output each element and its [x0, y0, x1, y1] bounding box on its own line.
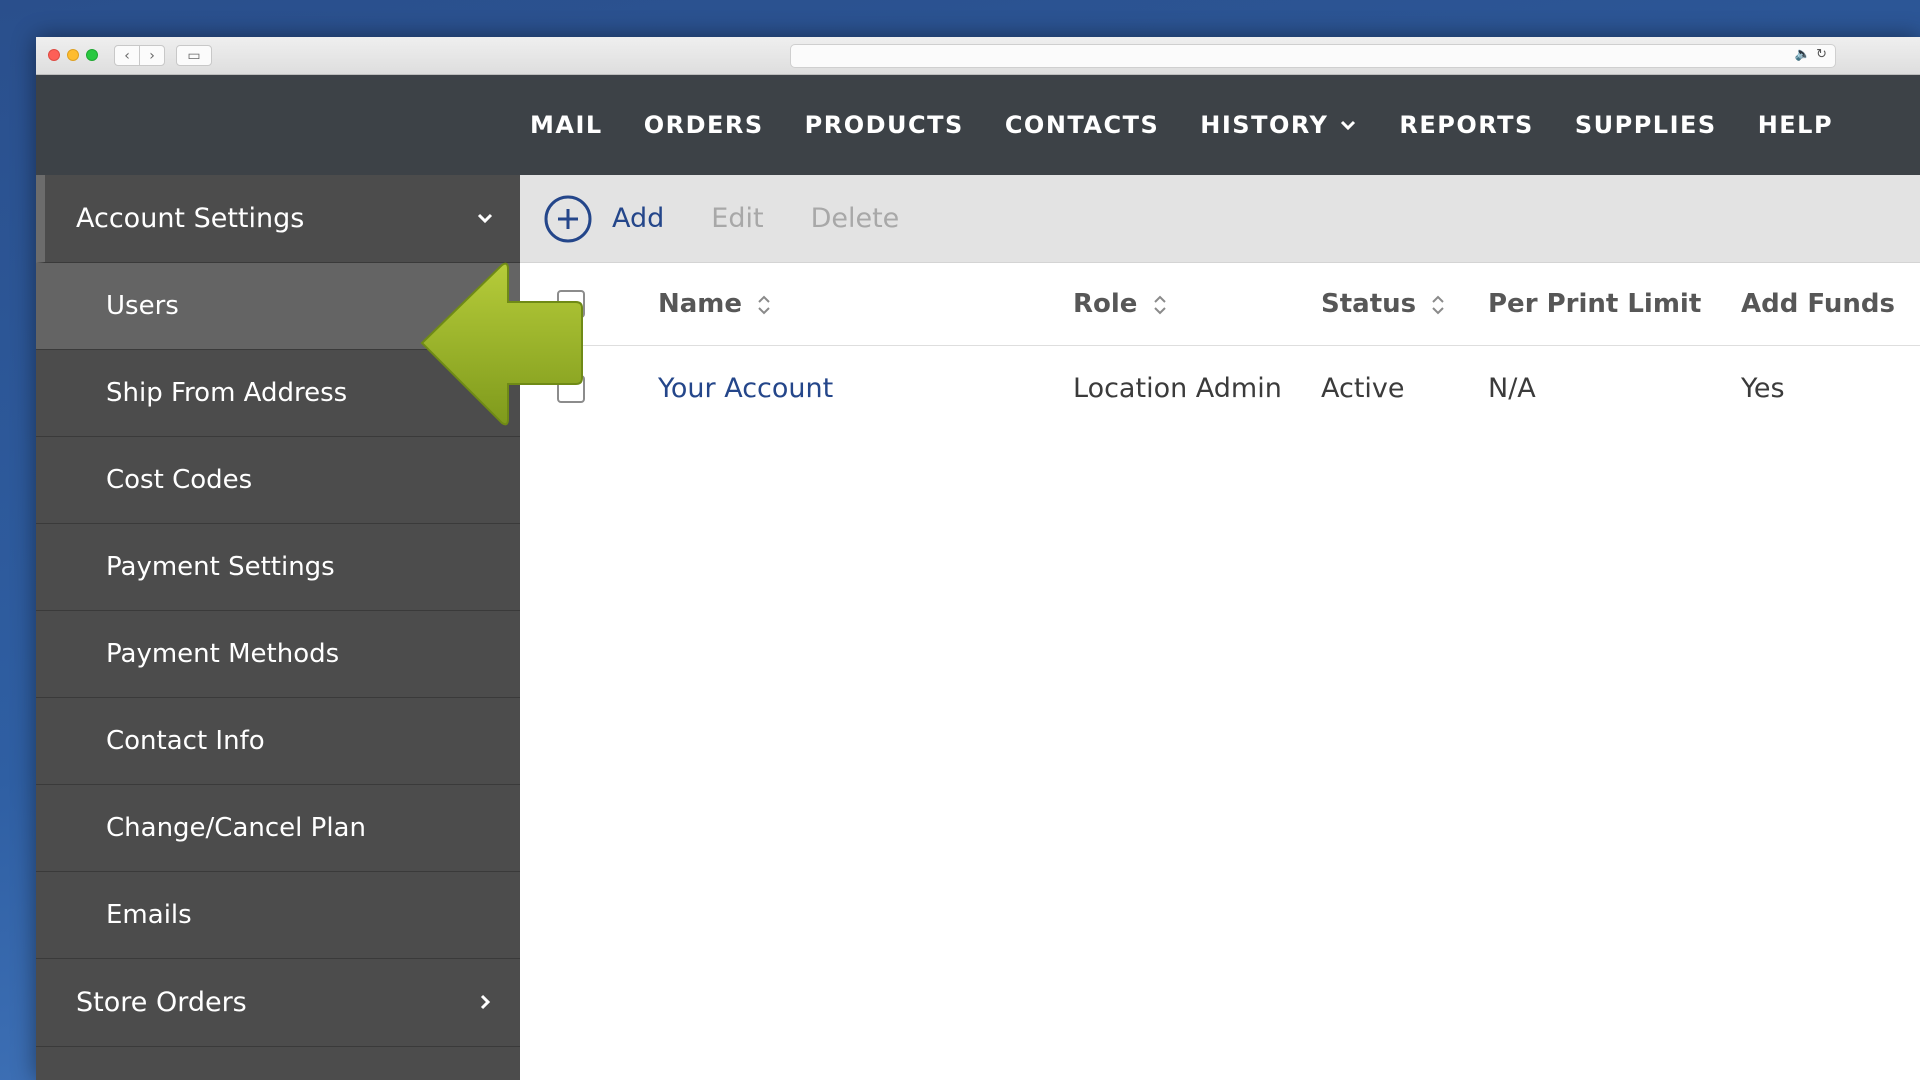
arrow-left-icon: [420, 262, 583, 426]
nav-products[interactable]: PRODUCTS: [805, 111, 964, 139]
sort-icon: [1432, 295, 1444, 314]
delete-button: Delete: [810, 203, 900, 234]
users-panel: Add Edit Delete Name Role Status Per Pri…: [520, 175, 1920, 1080]
chevron-down-icon: [477, 213, 493, 224]
nav-orders[interactable]: ORDERS: [644, 111, 764, 139]
column-role[interactable]: Role: [1073, 289, 1167, 319]
sidebar-section-label: Store Orders: [76, 987, 247, 1018]
sidebar-item-label: Users: [106, 291, 179, 321]
user-name-link[interactable]: Your Account: [658, 373, 833, 404]
nav-products-label: PRODUCTS: [804, 111, 964, 139]
chevron-right-icon: [480, 994, 491, 1010]
nav-reports[interactable]: REPORTS: [1399, 111, 1533, 139]
minimize-window-button[interactable]: [67, 49, 79, 61]
reload-icon[interactable]: ↻: [1816, 47, 1827, 62]
maximize-window-button[interactable]: [86, 49, 98, 61]
forward-button[interactable]: ›: [139, 45, 165, 66]
table-row: Your Account Location Admin Active N/A Y…: [520, 346, 1920, 431]
nav-orders-label: ORDERS: [643, 111, 764, 139]
nav-mail[interactable]: MAIL: [530, 111, 603, 139]
speaker-icon[interactable]: 🔈: [1795, 47, 1811, 62]
sidebar-item-label: Contact Info: [106, 726, 265, 756]
sidebar-item-payment-settings[interactable]: Payment Settings: [36, 524, 520, 611]
column-role-label: Role: [1073, 289, 1138, 319]
users-table: Name Role Status Per Print Limit Add Fun…: [520, 263, 1920, 431]
chevron-down-icon: [1341, 120, 1356, 131]
sidebar-section-label: Account Settings: [76, 203, 305, 234]
sidebar-item-change-cancel-plan[interactable]: Change/Cancel Plan: [36, 785, 520, 872]
nav-reports-label: REPORTS: [1399, 111, 1534, 139]
nav-contacts-label: CONTACTS: [1004, 111, 1160, 139]
column-status-label: Status: [1321, 289, 1417, 319]
column-per-print-limit: Per Print Limit: [1488, 289, 1702, 319]
sort-icon: [1153, 295, 1166, 314]
nav-help-label: HELP: [1757, 111, 1834, 139]
sort-icon: [758, 295, 770, 314]
back-button[interactable]: ‹: [114, 45, 140, 66]
user-status: Active: [1321, 373, 1405, 404]
browser-window: ‹ › ▭ 🔈 ↻ MAIL ORDERS PRODUCTS CONTACTS …: [36, 37, 1920, 1080]
nav-supplies-label: SUPPLIES: [1574, 111, 1717, 139]
sidebar-item-label: Cost Codes: [106, 465, 253, 495]
column-status[interactable]: Status: [1321, 289, 1445, 319]
column-name-label: Name: [658, 289, 743, 319]
nav-help[interactable]: HELP: [1758, 111, 1833, 139]
nav-contacts[interactable]: CONTACTS: [1005, 111, 1159, 139]
nav-history[interactable]: HISTORY: [1200, 111, 1358, 139]
sidebar-toggle-button[interactable]: ▭: [176, 45, 212, 66]
nav-mail-label: MAIL: [530, 111, 603, 139]
sidebar-section-account-settings[interactable]: Account Settings: [36, 175, 520, 263]
sidebar-item-payment-methods[interactable]: Payment Methods: [36, 611, 520, 698]
table-header: Name Role Status Per Print Limit Add Fun…: [520, 263, 1920, 346]
sidebar-section-store-orders[interactable]: Store Orders: [36, 959, 520, 1047]
address-bar[interactable]: 🔈 ↻: [790, 44, 1836, 68]
sidebar-item-contact-info[interactable]: Contact Info: [36, 698, 520, 785]
add-button[interactable]: Add: [612, 203, 664, 234]
user-add-funds: Yes: [1741, 373, 1785, 404]
close-window-button[interactable]: [48, 49, 60, 61]
top-navigation: MAIL ORDERS PRODUCTS CONTACTS HISTORY RE…: [36, 75, 1920, 175]
users-toolbar: Add Edit Delete: [520, 175, 1920, 263]
column-add-funds: Add Funds: [1741, 289, 1895, 319]
sidebar-item-emails[interactable]: Emails: [36, 872, 520, 959]
edit-button: Edit: [711, 203, 764, 234]
nav-history-label: HISTORY: [1200, 111, 1329, 139]
chevron-right-icon: ›: [149, 47, 155, 64]
column-name[interactable]: Name: [658, 289, 771, 319]
sidebar-item-label: Emails: [106, 900, 192, 930]
user-per-print-limit: N/A: [1488, 373, 1536, 404]
chevron-left-icon: ‹: [124, 47, 130, 64]
sidebar-item-label: Payment Settings: [106, 552, 335, 582]
nav-supplies[interactable]: SUPPLIES: [1575, 111, 1717, 139]
add-circle-icon[interactable]: [544, 195, 592, 243]
user-role: Location Admin: [1073, 373, 1282, 404]
sidebar-icon: ▭: [187, 47, 201, 64]
sidebar-item-label: Ship From Address: [106, 378, 348, 408]
sidebar-item-label: Change/Cancel Plan: [106, 813, 366, 843]
sidebar-item-label: Payment Methods: [106, 639, 340, 669]
sidebar-item-cost-codes[interactable]: Cost Codes: [36, 437, 520, 524]
browser-chrome: ‹ › ▭ 🔈 ↻: [36, 37, 1920, 75]
